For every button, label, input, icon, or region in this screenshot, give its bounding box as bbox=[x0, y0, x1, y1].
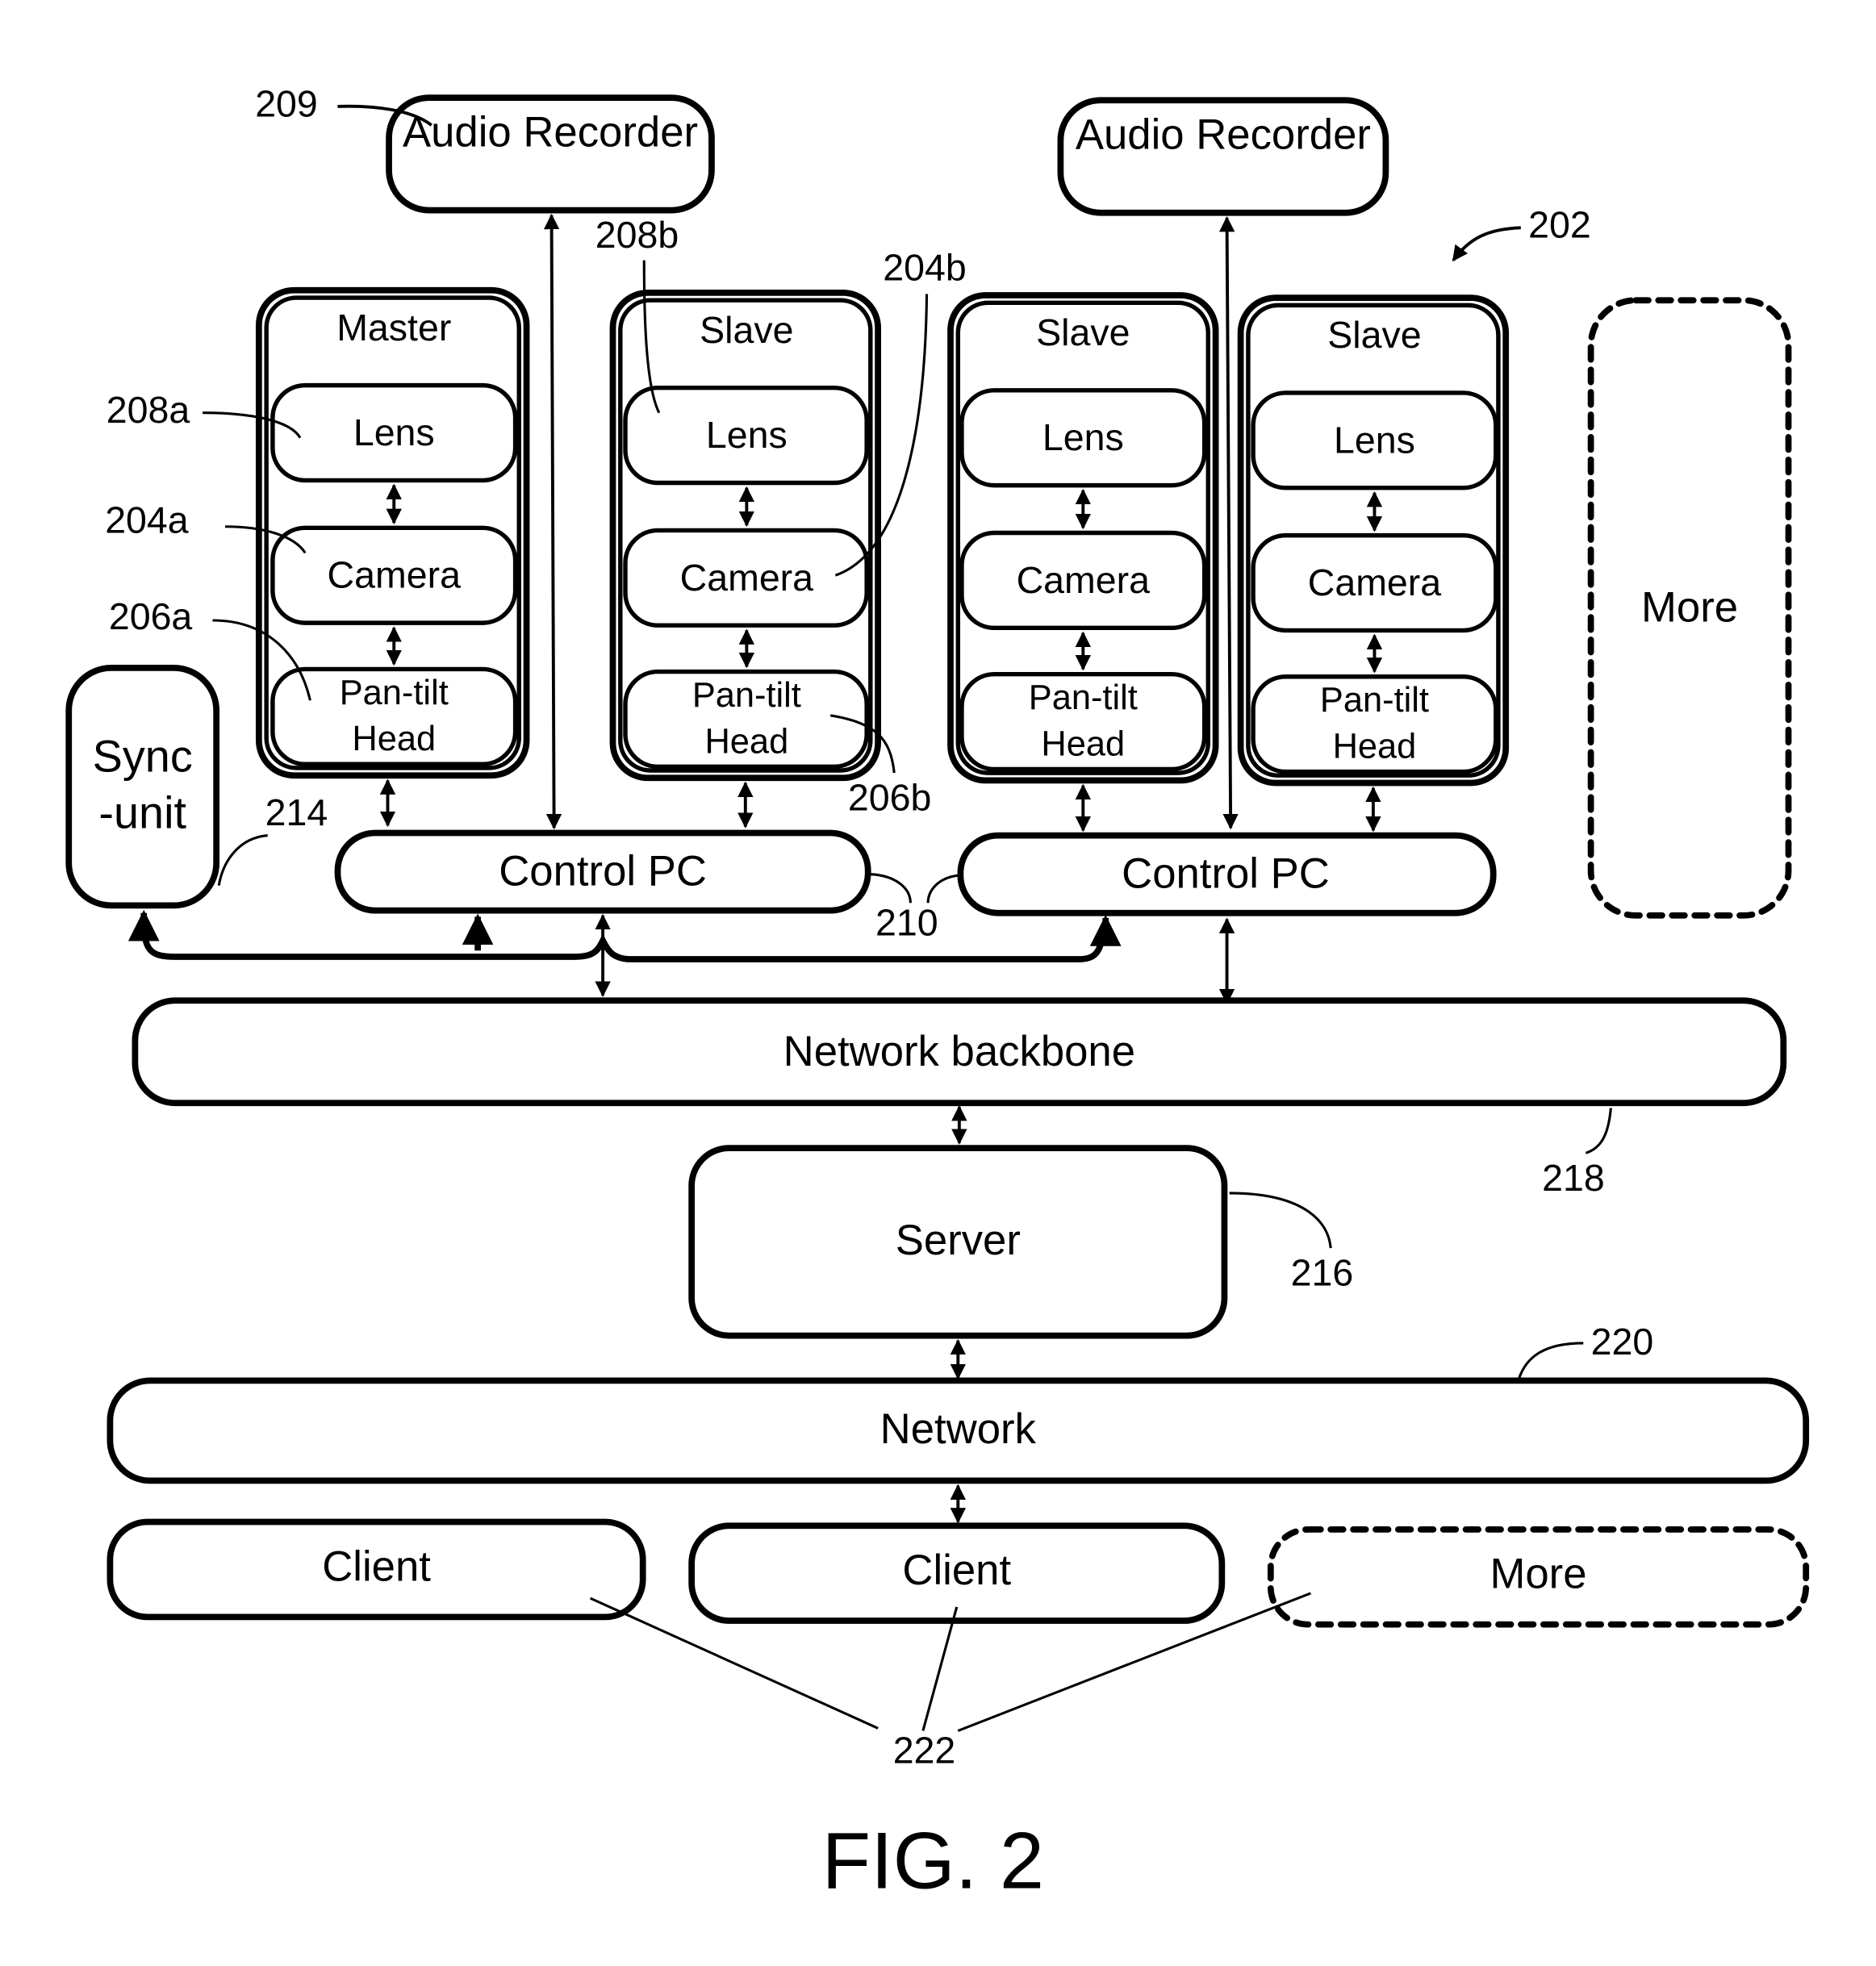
ref-202: 202 bbox=[1528, 204, 1591, 246]
pan-tilt-head-master-line2: Head bbox=[352, 720, 436, 758]
more-cameras: More bbox=[1587, 297, 1792, 919]
ref-222: 222 bbox=[893, 1730, 956, 1772]
camera-unit-slave-2: Slave Lens Camera Pan-tilt Head bbox=[947, 292, 1219, 784]
server-label: Server bbox=[896, 1217, 1021, 1264]
pan-tilt-head-slave-3-line2: Head bbox=[1333, 728, 1417, 766]
control-pc-2-label: Control PC bbox=[1122, 850, 1330, 898]
ref-208a: 208a bbox=[107, 389, 190, 431]
camera-slave-2: Camera bbox=[1017, 559, 1151, 601]
camera-unit-slave-3-role: Slave bbox=[1327, 314, 1421, 356]
ref-206b: 206b bbox=[848, 777, 931, 819]
sync-unit: Sync -unit bbox=[65, 665, 220, 909]
leader-210-a bbox=[870, 873, 912, 904]
ref-204b: 204b bbox=[883, 246, 966, 288]
network: Network bbox=[107, 1377, 1810, 1484]
arrow-audio2-pc bbox=[1218, 215, 1239, 830]
client-1-label: Client bbox=[322, 1542, 431, 1590]
pan-tilt-head-slave-3-line1: Pan-tilt bbox=[1320, 681, 1429, 720]
ref-218: 218 bbox=[1542, 1157, 1605, 1199]
camera-unit-slave-1: Slave Lens Camera Pan-tilt Head bbox=[609, 290, 881, 782]
leader-214 bbox=[217, 834, 268, 886]
lens-slave-2: Lens bbox=[1042, 416, 1124, 458]
sync-unit-line2: -unit bbox=[98, 787, 186, 837]
more-clients-label: More bbox=[1490, 1551, 1586, 1598]
audio-recorder-2-label: Audio Recorder bbox=[1076, 111, 1371, 159]
control-pc-1: Control PC bbox=[334, 829, 871, 914]
leader-220 bbox=[1517, 1342, 1584, 1381]
leader-216 bbox=[1229, 1192, 1332, 1249]
sync-bus bbox=[140, 919, 1109, 962]
camera-unit-slave-3: Slave Lens Camera Pan-tilt Head bbox=[1237, 294, 1510, 787]
pan-tilt-head-slave-2-line1: Pan-tilt bbox=[1029, 678, 1138, 717]
pan-tilt-head-slave-2-line2: Head bbox=[1041, 724, 1125, 763]
ref-204a: 204a bbox=[105, 499, 189, 541]
ref-214: 214 bbox=[265, 791, 328, 833]
audio-recorder-2: Audio Recorder bbox=[1057, 97, 1389, 216]
pan-tilt-head-slave-1-line2: Head bbox=[704, 722, 788, 761]
control-pc-1-label: Control PC bbox=[499, 848, 707, 895]
arrow-audio1-pc bbox=[543, 213, 562, 830]
leader-202 bbox=[1452, 226, 1521, 262]
lens-slave-1: Lens bbox=[706, 414, 788, 456]
figure-caption: FIG. 2 bbox=[822, 1817, 1045, 1906]
ref-206a: 206a bbox=[109, 595, 193, 637]
camera-unit-master-role: Master bbox=[336, 307, 451, 349]
camera-slave-3: Camera bbox=[1308, 561, 1442, 603]
network-backbone-label: Network backbone bbox=[783, 1028, 1135, 1075]
ref-209: 209 bbox=[255, 82, 318, 124]
ref-216: 216 bbox=[1291, 1252, 1354, 1294]
camera-slave-1: Camera bbox=[680, 557, 814, 599]
client-2-label: Client bbox=[902, 1547, 1011, 1594]
pan-tilt-head-master-line1: Pan-tilt bbox=[340, 674, 449, 712]
audio-recorder-1-label: Audio Recorder bbox=[403, 109, 698, 157]
server: Server bbox=[688, 1145, 1228, 1339]
control-pc-2: Control PC bbox=[957, 832, 1497, 916]
client-2: Client bbox=[688, 1522, 1226, 1624]
camera-unit-slave-1-role: Slave bbox=[700, 309, 793, 351]
ref-220: 220 bbox=[1591, 1321, 1654, 1363]
camera-unit-master: Master Lens Camera Pan-tilt Head bbox=[255, 286, 530, 779]
network-backbone: Network backbone bbox=[132, 997, 1787, 1107]
lens-slave-3: Lens bbox=[1334, 419, 1415, 461]
client-1: Client bbox=[107, 1518, 646, 1621]
ref-210: 210 bbox=[875, 902, 938, 944]
audio-recorder-1: Audio Recorder bbox=[386, 94, 715, 214]
ref-208b: 208b bbox=[595, 214, 679, 256]
camera-master: Camera bbox=[328, 554, 462, 596]
camera-unit-slave-2-role: Slave bbox=[1036, 311, 1130, 353]
more-cameras-label: More bbox=[1641, 584, 1738, 632]
pan-tilt-head-slave-1-line1: Pan-tilt bbox=[692, 676, 801, 715]
more-clients: More bbox=[1267, 1526, 1810, 1628]
lens-master: Lens bbox=[353, 411, 435, 453]
leader-218 bbox=[1585, 1108, 1612, 1154]
sync-unit-line1: Sync bbox=[93, 731, 193, 782]
leader-210-b bbox=[926, 874, 959, 904]
network-label: Network bbox=[880, 1405, 1037, 1453]
leader-222-b bbox=[921, 1606, 959, 1731]
system-diagram: Audio Recorder Audio Recorder 209 202 Ma… bbox=[65, 82, 1810, 1906]
